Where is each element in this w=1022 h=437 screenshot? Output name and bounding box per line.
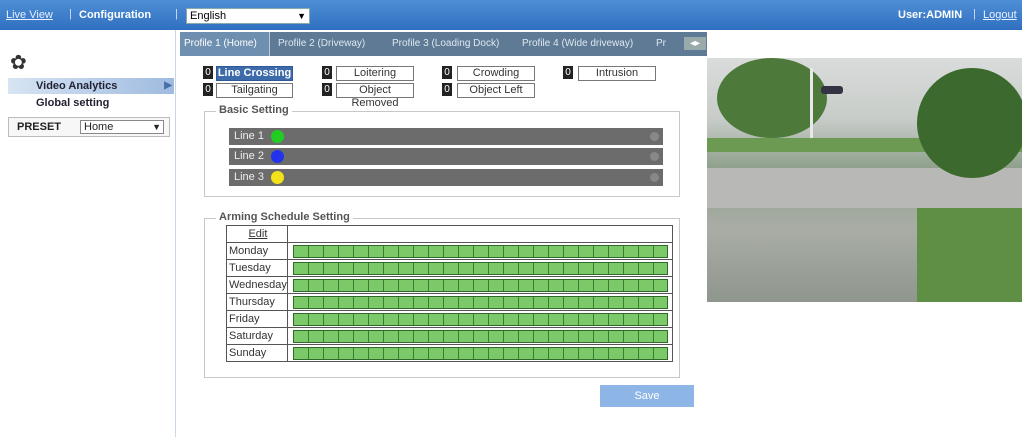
day-label: Wednesday: [226, 276, 288, 294]
tab-profile-5[interactable]: Pr: [652, 32, 676, 56]
close-icon[interactable]: [650, 132, 659, 141]
edit-link[interactable]: Edit: [226, 225, 288, 243]
arming-schedule-title: Arming Schedule Setting: [216, 211, 353, 223]
video-scenery: [917, 68, 1022, 178]
table-row: Monday: [226, 242, 674, 260]
algorithm-object-removed[interactable]: Object Removed: [336, 83, 414, 109]
schedule-cell[interactable]: [286, 344, 674, 362]
schedule-bar[interactable]: [292, 295, 668, 309]
schedule-cell[interactable]: [286, 293, 674, 311]
line-3-bar[interactable]: Line 3: [229, 169, 663, 186]
yellow-dot-icon: [271, 171, 284, 184]
chevron-down-icon: ▼: [297, 11, 306, 21]
day-label: Tuesday: [226, 259, 288, 277]
close-icon[interactable]: [650, 152, 659, 161]
language-value: English: [190, 10, 227, 22]
sidebar-item-global-setting[interactable]: Global setting: [8, 95, 174, 111]
count-badge: 0: [442, 66, 452, 79]
schedule-bar[interactable]: [292, 244, 668, 258]
table-row: Tuesday: [226, 259, 674, 277]
configuration-link[interactable]: Configuration: [79, 9, 151, 21]
video-scenery: [917, 208, 1022, 302]
chevron-down-icon: ▼: [152, 122, 161, 132]
schedule-bar[interactable]: [292, 278, 668, 292]
table-row: Thursday: [226, 293, 674, 311]
sidebar-item-video-analytics[interactable]: Video Analytics ▶: [8, 78, 174, 94]
preset-select[interactable]: Home ▼: [80, 120, 164, 134]
algorithm-tailgating[interactable]: Tailgating: [216, 83, 293, 98]
line-label: Line 1: [234, 130, 264, 142]
line-label: Line 3: [234, 171, 264, 183]
day-label: Friday: [226, 310, 288, 328]
count-badge: 0: [203, 66, 213, 79]
sidebar-item-label: Global setting: [36, 97, 110, 109]
line-2-bar[interactable]: Line 2: [229, 148, 663, 165]
user-label: User:ADMIN: [898, 9, 963, 21]
preset-value: Home: [84, 121, 114, 133]
tab-profile-1[interactable]: Profile 1 (Home): [180, 32, 270, 56]
schedule-cell[interactable]: [286, 327, 674, 345]
schedule-cell[interactable]: [286, 259, 674, 277]
line-label: Line 2: [234, 150, 264, 162]
table-row: Edit: [226, 225, 674, 243]
count-badge: 0: [322, 83, 332, 96]
language-select[interactable]: English ▼: [186, 8, 310, 24]
tab-profile-3[interactable]: Profile 3 (Loading Dock): [388, 32, 512, 56]
algorithm-line-crossing[interactable]: Line Crossing: [216, 66, 293, 81]
green-dot-icon: [271, 130, 284, 143]
table-row: Wednesday: [226, 276, 674, 294]
triangle-right-icon: ▶: [164, 80, 172, 91]
video-scenery: [821, 86, 843, 94]
tab-scroll-buttons[interactable]: ◂▸: [684, 37, 706, 50]
video-scenery: [810, 68, 813, 138]
basic-setting-title: Basic Setting: [216, 104, 292, 116]
divider: [175, 30, 176, 437]
schedule-header-cell: [286, 225, 674, 243]
tab-profile-2[interactable]: Profile 2 (Driveway): [274, 32, 382, 56]
algorithm-object-left[interactable]: Object Left: [457, 83, 535, 98]
video-preview[interactable]: [707, 58, 1022, 302]
gear-icon: ✿: [10, 52, 27, 74]
count-badge: 0: [563, 66, 573, 79]
day-label: Thursday: [226, 293, 288, 311]
day-label: Monday: [226, 242, 288, 260]
separator: |: [69, 8, 72, 20]
blue-dot-icon: [271, 150, 284, 163]
schedule-bar[interactable]: [292, 346, 668, 360]
schedule-bar[interactable]: [292, 261, 668, 275]
tab-profile-4[interactable]: Profile 4 (Wide driveway): [518, 32, 648, 56]
algorithm-intrusion[interactable]: Intrusion: [578, 66, 656, 81]
schedule-bar[interactable]: [292, 329, 668, 343]
sidebar-item-label: Video Analytics: [36, 80, 118, 92]
count-badge: 0: [442, 83, 452, 96]
profile-tab-bar: Profile 1 (Home) Profile 2 (Driveway) Pr…: [180, 32, 707, 56]
algorithm-crowding[interactable]: Crowding: [457, 66, 535, 81]
schedule-bar[interactable]: [292, 312, 668, 326]
schedule-cell[interactable]: [286, 276, 674, 294]
logout-link[interactable]: Logout: [983, 9, 1017, 21]
separator: |: [973, 8, 976, 20]
top-bar: Live View | Configuration | English ▼ Use…: [0, 0, 1022, 30]
table-row: Saturday: [226, 327, 674, 345]
day-label: Saturday: [226, 327, 288, 345]
table-row: Sunday: [226, 344, 674, 362]
preset-label: PRESET: [17, 121, 62, 133]
line-1-bar[interactable]: Line 1: [229, 128, 663, 145]
table-row: Friday: [226, 310, 674, 328]
count-badge: 0: [322, 66, 332, 79]
count-badge: 0: [203, 83, 213, 96]
preset-row: PRESET Home ▼: [8, 117, 170, 137]
schedule-cell[interactable]: [286, 242, 674, 260]
separator: |: [175, 8, 178, 20]
save-button[interactable]: Save: [600, 385, 694, 407]
day-label: Sunday: [226, 344, 288, 362]
algorithm-loitering[interactable]: Loitering: [336, 66, 414, 81]
live-view-link[interactable]: Live View: [6, 9, 53, 21]
close-icon[interactable]: [650, 173, 659, 182]
schedule-table: Edit Monday Tuesday Wednesday Thursday F…: [226, 225, 674, 362]
schedule-cell[interactable]: [286, 310, 674, 328]
